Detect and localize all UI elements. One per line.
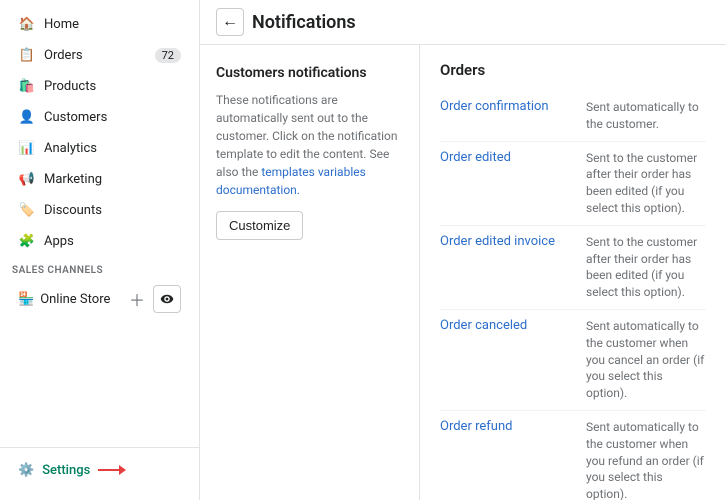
notification-row: Order refund Sent automatically to the c… (440, 410, 706, 500)
sidebar-label-discounts: Discounts (44, 203, 102, 218)
notification-link[interactable]: Order canceled (440, 318, 570, 333)
view-store-button[interactable] (153, 285, 181, 313)
sidebar-item-orders[interactable]: 📋 Orders 72 (6, 40, 193, 70)
sidebar-label-products: Products (44, 79, 96, 94)
notification-desc: Sent automatically to the customer. (586, 99, 706, 133)
sidebar-footer: ⚙️ Settings (0, 447, 199, 492)
notification-row: Order canceled Sent automatically to the… (440, 309, 706, 410)
main-content: ← Notifications Customers notifications … (200, 0, 726, 500)
customers-notifications-desc: These notifications are automatically se… (216, 91, 403, 199)
home-icon: 🏠 (18, 15, 36, 33)
right-panel[interactable]: Orders Order confirmation Sent automatic… (420, 45, 726, 500)
marketing-icon: 📢 (18, 170, 36, 188)
sidebar-item-customers[interactable]: 👤 Customers (6, 102, 193, 132)
customize-button[interactable]: Customize (216, 211, 303, 240)
add-sales-channel-button[interactable]: ＋ (125, 287, 149, 311)
online-store-row: 🏪 Online Store ＋ (6, 281, 193, 317)
notification-row: Order edited Sent to the customer after … (440, 141, 706, 225)
notification-desc: Sent to the customer after their order h… (586, 150, 706, 217)
sidebar: 🏠 Home 📋 Orders 72 🛍️ Products 👤 Custome… (0, 0, 200, 500)
customers-notifications-heading: Customers notifications (216, 65, 403, 81)
settings-item[interactable]: ⚙️ Settings (6, 456, 193, 484)
customers-icon: 👤 (18, 108, 36, 126)
analytics-icon: 📊 (18, 139, 36, 157)
store-icon: 🏪 (18, 292, 34, 307)
notification-link[interactable]: Order edited (440, 150, 570, 165)
left-panel: Customers notifications These notificati… (200, 45, 420, 500)
notification-link[interactable]: Order confirmation (440, 99, 570, 114)
notification-link[interactable]: Order edited invoice (440, 234, 570, 249)
sidebar-label-apps: Apps (44, 234, 74, 249)
sidebar-item-marketing[interactable]: 📢 Marketing (6, 164, 193, 194)
sidebar-item-apps[interactable]: 🧩 Apps (6, 226, 193, 256)
badge-orders: 72 (155, 48, 181, 63)
apps-icon: 🧩 (18, 232, 36, 250)
notification-row: Order edited invoice Sent to the custome… (440, 225, 706, 309)
discounts-icon: 🏷️ (18, 201, 36, 219)
sidebar-label-analytics: Analytics (44, 141, 97, 156)
gear-icon: ⚙️ (18, 463, 34, 478)
sidebar-item-products[interactable]: 🛍️ Products (6, 71, 193, 101)
notification-desc: Sent to the customer after their order h… (586, 234, 706, 301)
sidebar-label-orders: Orders (44, 48, 83, 63)
sidebar-item-home[interactable]: 🏠 Home (6, 9, 193, 39)
notification-link[interactable]: Order refund (440, 419, 570, 434)
notification-desc: Sent automatically to the customer when … (586, 318, 706, 402)
orders-icon: 📋 (18, 46, 36, 64)
templates-link[interactable]: templates (261, 165, 314, 179)
orders-section: Orders Order confirmation Sent automatic… (420, 45, 726, 500)
page-header: ← Notifications (200, 0, 726, 45)
products-icon: 🛍️ (18, 77, 36, 95)
notification-desc: Sent automatically to the customer when … (586, 419, 706, 500)
online-store-label: Online Store (40, 292, 119, 307)
notification-row: Order confirmation Sent automatically to… (440, 91, 706, 141)
page-title: Notifications (252, 12, 356, 33)
back-button[interactable]: ← (216, 8, 244, 36)
content-area: Customers notifications These notificati… (200, 45, 726, 500)
store-actions: ＋ (125, 285, 181, 313)
sidebar-item-analytics[interactable]: 📊 Analytics (6, 133, 193, 163)
sidebar-label-marketing: Marketing (44, 172, 102, 187)
sidebar-item-discounts[interactable]: 🏷️ Discounts (6, 195, 193, 225)
orders-heading: Orders (440, 61, 706, 79)
settings-arrow-indicator (98, 462, 126, 478)
sidebar-label-home: Home (44, 17, 79, 32)
sales-channels-label: SALES CHANNELS (0, 257, 199, 280)
sidebar-label-customers: Customers (44, 110, 107, 125)
settings-label: Settings (42, 463, 90, 478)
